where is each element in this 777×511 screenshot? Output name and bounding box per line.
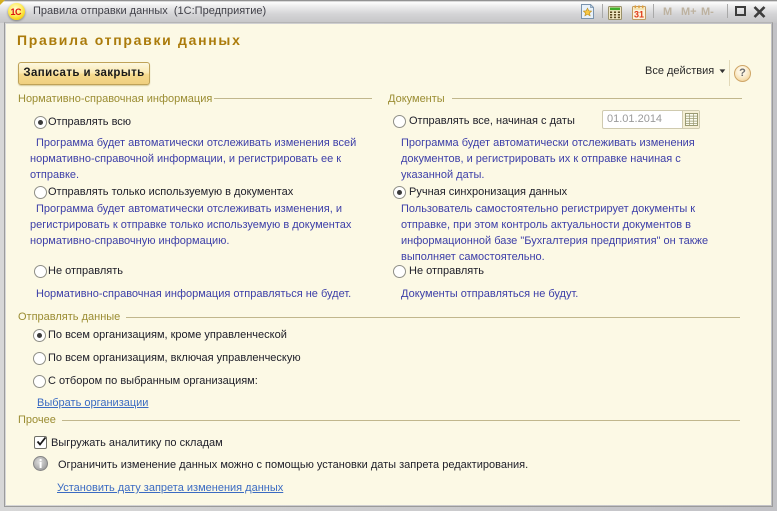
svg-text:31: 31	[634, 10, 644, 20]
